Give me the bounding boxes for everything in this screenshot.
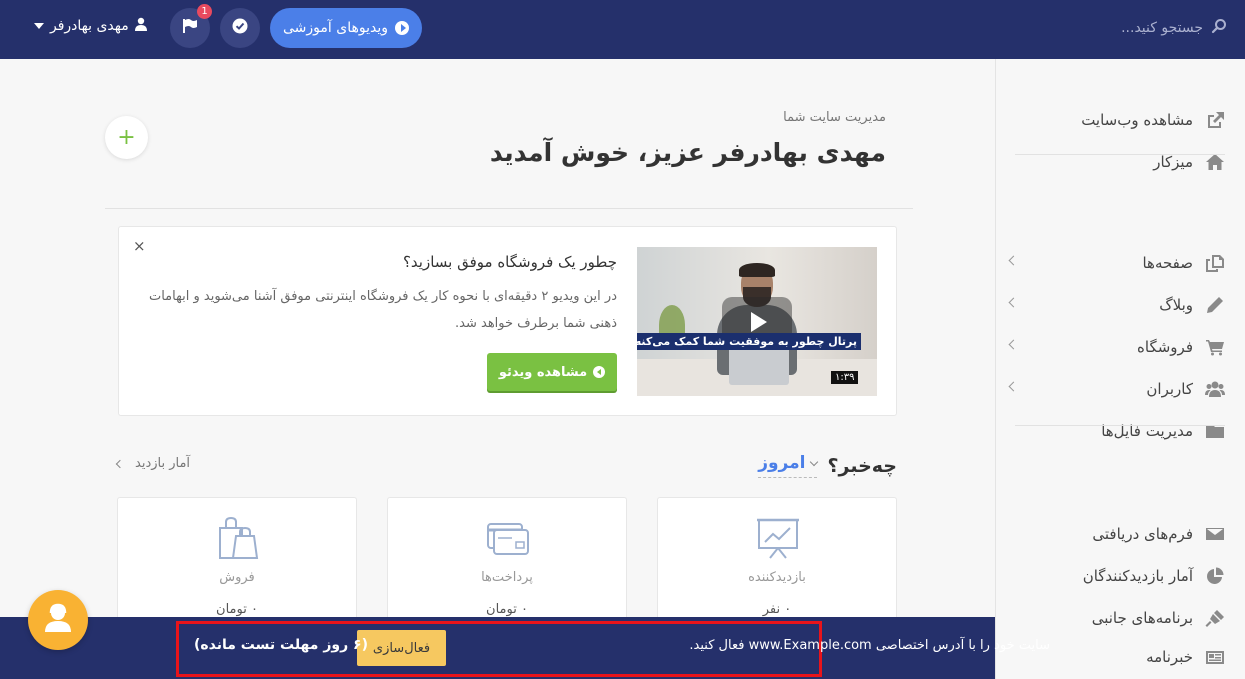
video-caption: پرتال چطور به موفقیت شما کمک می‌کنه؟	[637, 333, 861, 350]
sidebar-item-label: صفحه‌ها	[1142, 254, 1193, 272]
pencil-icon	[1205, 295, 1225, 315]
tutorial-videos-button[interactable]: ویدیوهای آموزشی	[270, 8, 422, 48]
sidebar-item-dashboard[interactable]: میزکار	[1010, 147, 1225, 177]
sidebar-item-received-forms[interactable]: فرم‌های دریافتی	[1010, 519, 1225, 549]
sidebar-item-label: خبرنامه	[1146, 648, 1193, 666]
notification-badge: 1	[197, 4, 212, 19]
shopping-bags-icon	[216, 516, 260, 560]
search-box[interactable]: جستجو کنید...	[1121, 14, 1227, 42]
chevron-left-icon	[1008, 339, 1019, 350]
visit-stats-label: آمار بازدید	[135, 456, 191, 471]
tutorial-videos-label: ویدیوهای آموزشی	[283, 20, 388, 36]
stat-value: ۰ تومان	[216, 602, 258, 617]
sidebar-item-label: کاربران	[1146, 380, 1193, 398]
promo-card: × پرتال چطور به موفقیت شما کمک می‌کنه؟ ۱…	[118, 226, 897, 416]
check-circle-icon	[231, 17, 249, 39]
sidebar-item-shop[interactable]: فروشگاه	[1008, 332, 1225, 362]
page-title: مهدی بهادرفر عزیز، خوش آمدید	[489, 138, 886, 167]
home-icon	[1205, 152, 1225, 172]
external-link-icon	[1205, 110, 1225, 130]
whats-new-title: چه‌خبر؟	[827, 454, 897, 477]
chevron-left-icon	[115, 459, 125, 468]
cart-icon	[1205, 337, 1225, 357]
activate-button[interactable]: فعال‌سازی	[357, 630, 446, 666]
play-circle-icon	[395, 21, 409, 35]
promo-description: در این ویدیو ۲ دقیقه‌ای با نحوه کار یک ف…	[148, 289, 617, 331]
thumbnail-laptop	[729, 345, 789, 385]
flag-button[interactable]: 1	[170, 4, 212, 48]
folder-icon	[1205, 421, 1225, 441]
title-divider	[105, 208, 913, 209]
sidebar-item-label: مشاهده وب‌سایت	[1081, 111, 1193, 129]
add-button[interactable]: +	[105, 116, 148, 159]
play-circle-icon	[593, 366, 606, 378]
sidebar-item-label: برنامه‌های جانبی	[1091, 609, 1193, 627]
user-menu[interactable]: مهدی بهادرفر	[34, 17, 147, 35]
stat-label: فروش	[219, 570, 255, 585]
sidebar-item-label: میزکار	[1153, 153, 1193, 171]
user-name: مهدی بهادرفر	[50, 18, 129, 34]
stat-card-payments[interactable]: پرداخت‌ها ۰ تومان	[387, 497, 627, 637]
whats-new-header: چه‌خبر؟ امروز	[758, 453, 897, 478]
chevron-left-icon	[1008, 381, 1019, 392]
stat-label: بازدیدکننده	[748, 570, 806, 585]
stat-value: ۰ تومان	[486, 602, 528, 617]
watch-video-button[interactable]: مشاهده ویدئو	[487, 353, 617, 391]
sidebar-item-pages[interactable]: صفحه‌ها	[1008, 248, 1225, 278]
presentation-chart-icon	[756, 516, 800, 560]
users-icon	[1205, 379, 1225, 399]
chevron-down-icon	[34, 23, 44, 29]
stat-value: ۰ نفر	[762, 602, 792, 617]
newspaper-icon	[1205, 647, 1225, 667]
support-chat-button[interactable]	[28, 590, 88, 650]
sidebar-item-users[interactable]: کاربران	[1008, 374, 1225, 404]
user-icon	[134, 17, 147, 35]
watch-video-label: مشاهده ویدئو	[498, 364, 588, 380]
breadcrumb: مدیریت سایت شما	[783, 110, 886, 125]
pages-icon	[1205, 253, 1225, 273]
sidebar-divider	[1015, 154, 1225, 155]
search-icon	[1211, 18, 1227, 38]
video-thumbnail[interactable]: پرتال چطور به موفقیت شما کمک می‌کنه؟ ۱:۳…	[637, 247, 877, 396]
sidebar-divider	[1015, 425, 1225, 426]
sidebar-item-label: فرم‌های دریافتی	[1092, 525, 1193, 543]
period-value: امروز	[758, 453, 806, 473]
visit-stats-link[interactable]: آمار بازدید	[115, 456, 191, 471]
stat-card-visitors[interactable]: بازدیدکننده ۰ نفر	[657, 497, 897, 637]
flag-icon	[181, 17, 199, 39]
support-avatar-icon	[42, 602, 74, 638]
sidebar-item-label: وبلاگ	[1159, 296, 1193, 314]
sidebar-item-label: آمار بازدیدکنندگان	[1082, 567, 1193, 585]
envelope-icon	[1205, 524, 1225, 544]
sidebar-item-label: فروشگاه	[1137, 338, 1193, 356]
sidebar-item-view-website[interactable]: مشاهده وب‌سایت	[1010, 105, 1225, 135]
credit-card-icon	[486, 516, 530, 560]
promo-title: چطور یک فروشگاه موفق بسازید؟	[402, 253, 617, 271]
stat-label: پرداخت‌ها	[481, 570, 533, 585]
activation-text: سایت خود را با آدرس اختصاصی www.Example.…	[689, 638, 1050, 653]
video-duration: ۱:۳۹	[831, 371, 859, 384]
check-button[interactable]	[220, 8, 260, 48]
trial-remaining-text: (۶ روز مهلت تست مانده)	[194, 637, 368, 653]
chevron-down-icon	[810, 457, 819, 466]
sidebar-item-plugins[interactable]: برنامه‌های جانبی	[1010, 603, 1225, 633]
pie-chart-icon	[1205, 566, 1225, 586]
chevron-left-icon	[1008, 255, 1019, 266]
plugin-icon	[1205, 608, 1225, 628]
chevron-left-icon	[1008, 297, 1019, 308]
search-placeholder: جستجو کنید...	[1121, 20, 1203, 36]
sidebar-item-blog[interactable]: وبلاگ	[1008, 290, 1225, 320]
sidebar-item-file-manager[interactable]: مدیریت فایل‌ها	[1010, 416, 1225, 446]
sidebar-item-visitor-stats[interactable]: آمار بازدیدکنندگان	[1010, 561, 1225, 591]
period-selector[interactable]: امروز	[758, 453, 819, 478]
close-icon[interactable]: ×	[133, 237, 146, 255]
stat-card-sales[interactable]: فروش ۰ تومان	[117, 497, 357, 637]
